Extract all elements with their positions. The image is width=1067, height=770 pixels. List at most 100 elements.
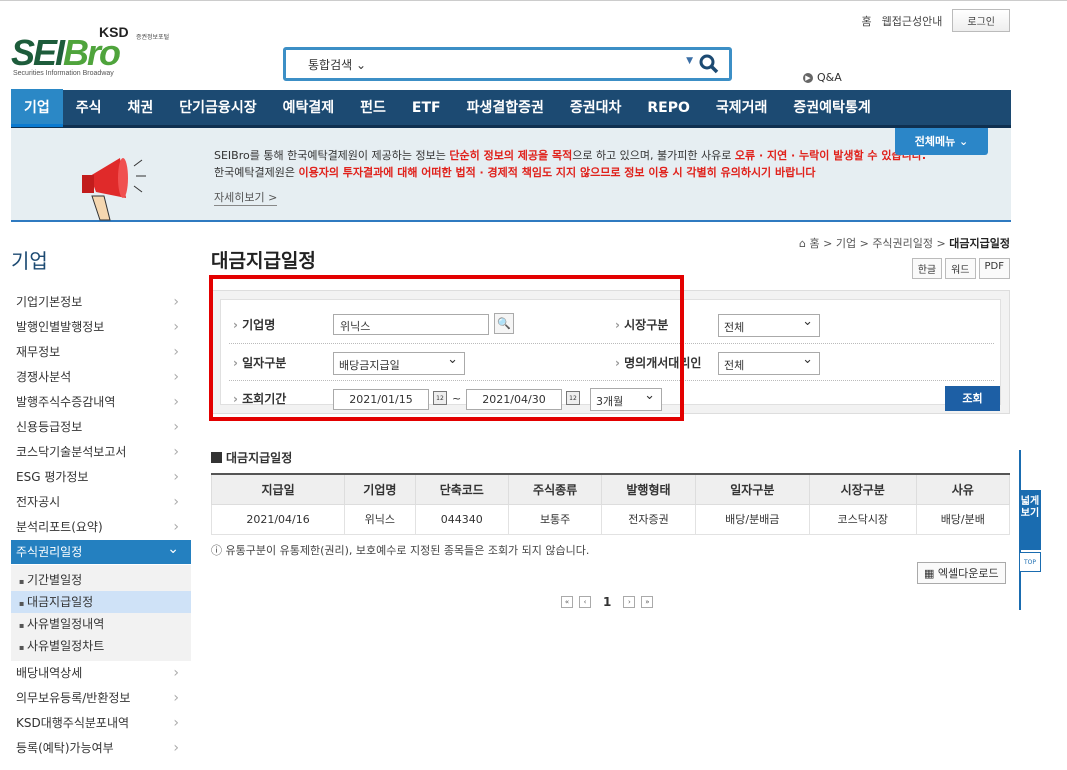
sidebar-submenu: 기간별일정대금지급일정사유별일정내역사유별일정차트: [11, 565, 191, 661]
pdf-button[interactable]: PDF: [978, 258, 1010, 279]
sidebar-item[interactable]: 배당내역상세: [11, 661, 191, 686]
sidebar-item[interactable]: 등록(예탁)가능여부: [11, 736, 191, 761]
nav-item[interactable]: 주식: [63, 89, 115, 127]
export-buttons: 한글 워드 PDF: [911, 258, 1010, 279]
seibro-logo[interactable]: KSD 증권정보포털 SEIBro Securities Information…: [11, 18, 191, 80]
column-header[interactable]: 일자구분: [694, 473, 810, 505]
home-link[interactable]: 홈: [862, 13, 872, 29]
first-page-icon[interactable]: «: [561, 596, 573, 608]
sidebar-item[interactable]: 발행인별발행정보: [11, 315, 191, 340]
crumb-1[interactable]: 기업: [836, 237, 856, 250]
sidebar-item[interactable]: 의무보유등록/반환정보: [11, 686, 191, 711]
page-title: 대금지급일정: [211, 250, 316, 272]
table-cell: 전자증권: [601, 503, 696, 535]
hwp-button[interactable]: 한글: [911, 258, 943, 279]
qna-link[interactable]: ▶ Q&A: [803, 71, 842, 84]
ksd-subtitle: 증권정보포털: [136, 34, 170, 41]
nav-item[interactable]: 채권: [115, 89, 167, 127]
column-header[interactable]: 기업명: [344, 473, 416, 505]
sidebar-item[interactable]: 코스닥기술분석보고서: [11, 440, 191, 465]
table-cell: 보통주: [507, 503, 603, 535]
prev-page-icon[interactable]: ‹: [579, 596, 591, 608]
search-box: 통합검색 ⌄ ▼: [283, 47, 732, 81]
column-header[interactable]: 사유: [915, 473, 1011, 505]
sidebar-item[interactable]: 발행주식수증감내역: [11, 390, 191, 415]
notice-banner: SEIBro를 통해 한국예탁결제원이 제공하는 정보는 단순히 정보의 제공을…: [11, 128, 1011, 222]
nav-item[interactable]: 단기금융시장: [166, 89, 269, 127]
breadcrumb: ⌂ 홈 > 기업 > 주식권리일정 > 대금지급일정: [799, 237, 1010, 250]
logo-wordmark: SEIBro: [11, 32, 121, 73]
search-category-select[interactable]: 통합검색 ⌄: [308, 56, 366, 73]
notice-line-1: SEIBro를 통해 한국예탁결제원이 제공하는 정보는 단순히 정보의 제공을…: [214, 149, 927, 162]
megaphone-icon: [82, 158, 146, 221]
result-table: 지급일 기업명 단축코드 주식종류 발행형태 일자구분 시장구분 사유 2021/04/16 위…: [210, 473, 1011, 535]
accessibility-link[interactable]: 웹접근성안내: [882, 13, 943, 29]
sidebar-item[interactable]: 주식권리일정: [11, 537, 191, 565]
column-header[interactable]: 단축코드: [414, 473, 509, 505]
column-header[interactable]: 시장구분: [808, 473, 917, 505]
table-cell: 배당/분배: [915, 503, 1011, 535]
market-select[interactable]: 전체: [718, 314, 820, 337]
sidebar-subitem[interactable]: 대금지급일정: [11, 591, 191, 613]
nav-item[interactable]: ETF: [399, 89, 454, 127]
login-button[interactable]: 로그인: [952, 9, 1010, 32]
sidebar-menu: 기업기본정보발행인별발행정보재무정보경쟁사분석발행주식수증감내역신용등급정보코스…: [11, 290, 191, 761]
top-border: [0, 0, 1067, 6]
pagination: « ‹ 1 › »: [561, 595, 654, 609]
table-row[interactable]: 2021/04/16 위닉스 044340 보통주 전자증권 배당/분배금 코스닥시장 배당/…: [210, 503, 1011, 535]
table-cell: 위닉스: [344, 503, 416, 535]
sidebar-item[interactable]: 분석리포트(요약): [11, 515, 191, 540]
search-icon[interactable]: [697, 52, 721, 76]
sidebar-item[interactable]: 전자공시: [11, 490, 191, 515]
last-page-icon[interactable]: »: [641, 596, 654, 608]
excel-download-button[interactable]: ▦ 엑셀다운로드: [917, 562, 1006, 584]
nav-item[interactable]: 파생결합증권: [454, 89, 557, 127]
sidebar-item[interactable]: 신용등급정보: [11, 415, 191, 440]
logo-tagline: Securities Information Broadway: [13, 70, 114, 77]
wide-view-button[interactable]: 넓게보기: [1019, 490, 1041, 550]
sidebar-item[interactable]: 경쟁사분석: [11, 365, 191, 390]
bullet-icon: [211, 452, 222, 463]
sidebar-item[interactable]: 기업기본정보: [11, 290, 191, 315]
table-cell: 044340: [414, 503, 509, 535]
nav-item[interactable]: 증권대차: [557, 89, 635, 127]
next-page-icon[interactable]: ›: [623, 596, 636, 608]
result-title: 대금지급일정: [211, 449, 292, 466]
all-menu-button[interactable]: 전체메뉴 ⌄: [895, 128, 988, 155]
nav-item[interactable]: 기업: [11, 88, 63, 127]
crumb-2[interactable]: 주식권리일정: [872, 237, 933, 250]
sidebar-subitem[interactable]: 사유별일정내역: [11, 613, 191, 635]
word-button[interactable]: 워드: [945, 258, 976, 279]
main-navigation: 기업 주식 채권 단기금융시장 예탁결제 펀드 ETF 파생결합증권 증권대차 REPO 국제거래 증…: [11, 88, 1011, 128]
column-header[interactable]: 지급일: [210, 473, 346, 505]
nav-item[interactable]: 국제거래: [703, 89, 781, 127]
table-cell: 코스닥시장: [808, 503, 917, 535]
sidebar-item[interactable]: ESG 평가정보: [11, 465, 191, 490]
crumb-3: 대금지급일정: [949, 237, 1010, 250]
table-cell: 2021/04/16: [210, 503, 346, 535]
sidebar-item[interactable]: KSD대행주식분포내역: [11, 711, 191, 736]
sidebar-title: 기업: [11, 249, 48, 273]
info-note: ⓘ 유통구분이 유통제한(권리), 보호예수로 지정된 종목들은 조회가 되지 …: [211, 544, 590, 557]
sidebar-subitem[interactable]: 사유별일정차트: [11, 635, 191, 657]
column-header[interactable]: 주식종류: [507, 473, 603, 505]
notice-line-2: 한국예탁결제원은 이용자의 투자결과에 대해 어떠한 법적 · 경제적 책임도 …: [214, 166, 816, 179]
more-link[interactable]: 자세히보기 >: [214, 189, 278, 206]
sidebar-subitem[interactable]: 기간별일정: [11, 569, 191, 591]
nav-item[interactable]: 펀드: [347, 89, 399, 127]
current-page[interactable]: 1: [603, 595, 611, 609]
table-cell: 배당/분배금: [694, 503, 810, 535]
column-header[interactable]: 발행형태: [601, 473, 696, 505]
crumb-home[interactable]: 홈: [810, 237, 820, 250]
agent-select[interactable]: 전체: [718, 352, 820, 375]
sidebar-item[interactable]: 재무정보: [11, 340, 191, 365]
search-button[interactable]: 조회: [945, 386, 1000, 411]
highlight-box: [209, 275, 684, 421]
utility-links: 홈 웹접근성안내 로그인: [862, 9, 1010, 32]
nav-item[interactable]: 예탁결제: [270, 89, 348, 127]
top-button[interactable]: TOP: [1019, 552, 1041, 572]
arrow-circle-icon: ▶: [803, 72, 813, 83]
nav-item[interactable]: 증권예탁통계: [780, 89, 883, 127]
nav-item[interactable]: REPO: [634, 89, 703, 127]
search-dropdown-icon[interactable]: ▼: [686, 56, 693, 66]
